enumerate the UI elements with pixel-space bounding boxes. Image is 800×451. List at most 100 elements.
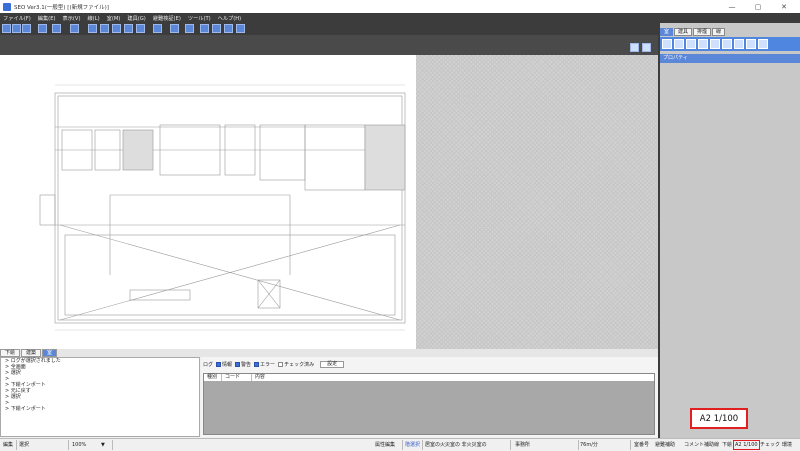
underlay-toggle[interactable]: 下絵 <box>722 439 732 451</box>
menu-bar: ファイル(F) 編集(E) 表示(V) 線(L) 室(M) 建具(G) 避難検証… <box>0 13 800 23</box>
status-room-info: 居室の火災室の 非火災室の <box>425 442 487 448</box>
align-bottom-icon[interactable] <box>185 24 194 33</box>
status-rate: 76m/分 <box>580 442 598 448</box>
measure-icon[interactable] <box>236 24 245 33</box>
room-poly-icon[interactable] <box>674 39 684 49</box>
room-tool-row <box>660 37 800 51</box>
log-grid[interactable]: 種別 コード 内容 <box>203 373 655 435</box>
drawing-toolbar <box>0 35 658 55</box>
error-checkbox[interactable] <box>254 361 260 367</box>
undo-icon[interactable] <box>52 24 61 33</box>
scale-indicator[interactable]: A2 1/100 <box>733 440 760 450</box>
env-menu[interactable]: 環境 <box>782 439 792 451</box>
status-mode: 編集 <box>3 442 14 448</box>
tab-line[interactable]: 線 <box>712 28 726 36</box>
comment-toggle[interactable]: コメント <box>684 439 704 451</box>
floor-plan-drawing <box>39 84 406 331</box>
status-attr-edit[interactable]: 属性編集 <box>375 439 395 451</box>
menu-room[interactable]: 室(M) <box>107 15 121 22</box>
evac-aid-toggle[interactable]: 避難補助 <box>655 439 675 451</box>
menu-edit[interactable]: 編集(E) <box>38 15 56 22</box>
tab-smoke[interactable]: 排煙 <box>693 28 712 36</box>
tab-fixture[interactable]: 建具 <box>674 28 693 36</box>
room-rect-icon[interactable] <box>662 39 672 49</box>
exterior-stair <box>39 194 56 226</box>
col-type[interactable]: 種別 <box>204 374 222 381</box>
room-number-toggle[interactable]: 室番号 <box>634 439 649 451</box>
room-list-icon[interactable] <box>746 39 756 49</box>
log-filters: ログ 情報 警告 エラー チェック済み 設定 <box>201 357 658 371</box>
hatched-background-area <box>416 55 658 349</box>
zoom-select[interactable]: 100% <box>72 439 86 451</box>
minimize-button[interactable]: — <box>722 0 742 13</box>
check-menu[interactable]: チェック <box>760 439 780 451</box>
refresh-icon[interactable] <box>136 24 145 33</box>
right-panel-tabs: 室 建具 排煙 線 <box>660 28 726 36</box>
save-file-icon[interactable] <box>22 24 31 33</box>
room-hatched <box>122 129 154 171</box>
menu-view[interactable]: 表示(V) <box>63 15 81 22</box>
menu-file[interactable]: ファイル(F) <box>3 15 31 22</box>
checked-filter-checkbox[interactable] <box>278 361 284 367</box>
list-item[interactable]: > 下絵インポート <box>1 406 199 412</box>
snap-icon[interactable] <box>224 24 233 33</box>
new-file-icon[interactable] <box>2 24 11 33</box>
room-hatched-2 <box>364 124 406 191</box>
scale-callout: A2 1/100 <box>690 408 748 429</box>
select-tool-icon[interactable] <box>642 43 651 52</box>
tab-room-bottom[interactable]: 室 <box>42 349 58 357</box>
title-bar: SEO Ver3.1(一般型) [(新規ファイル)] — ▢ ✕ <box>0 0 800 13</box>
tab-room[interactable]: 室 <box>660 28 674 36</box>
status-floor-select[interactable]: 階選択 <box>405 439 420 451</box>
close-button[interactable]: ✕ <box>774 0 794 13</box>
status-action: 選択 <box>19 442 30 448</box>
pointer-icon[interactable] <box>630 43 639 52</box>
zoom-in-icon[interactable] <box>100 24 109 33</box>
room-merge-icon[interactable] <box>698 39 708 49</box>
room-move-icon[interactable] <box>722 39 732 49</box>
print-icon[interactable] <box>38 24 47 33</box>
grid-icon[interactable] <box>212 24 221 33</box>
pan-icon[interactable] <box>124 24 133 33</box>
app-icon <box>3 2 11 11</box>
col-code[interactable]: コード <box>222 374 252 381</box>
room-delete-icon[interactable] <box>734 39 744 49</box>
right-panel: 室 建具 排煙 線 プロパティ <box>660 23 800 438</box>
outer-wall <box>54 92 406 324</box>
info-checkbox[interactable] <box>216 361 222 367</box>
warning-checkbox[interactable] <box>235 361 241 367</box>
property-header: プロパティ <box>660 54 800 63</box>
layer-icon[interactable] <box>200 24 209 33</box>
room-storage <box>304 124 366 191</box>
log-grid-header: 種別 コード 内容 <box>204 374 654 381</box>
menu-help[interactable]: ヘルプ(H) <box>218 15 242 22</box>
status-bar: 編集 選択 100% ▼ 属性編集 階選択 居室の火災室の 非火災室の 事務所 … <box>0 438 800 450</box>
log-panel: ログ 情報 警告 エラー チェック済み 設定 種別 コード 内容 <box>201 357 658 437</box>
history-list[interactable]: > ログが選択されました > 全画面 > 選択 > > 下絵インポート > 元に… <box>0 357 200 437</box>
zoom-dropdown-icon[interactable]: ▼ <box>101 439 105 451</box>
maximize-button[interactable]: ▢ <box>748 0 768 13</box>
furniture <box>129 289 191 301</box>
redo-icon[interactable] <box>70 24 79 33</box>
room-copy-icon[interactable] <box>710 39 720 49</box>
menu-line[interactable]: 線(L) <box>87 15 99 22</box>
room-split-icon[interactable] <box>686 39 696 49</box>
status-department: 事務所 <box>515 442 531 448</box>
tab-building[interactable]: 建築 <box>21 349 42 357</box>
col-content[interactable]: 内容 <box>252 374 654 381</box>
menu-evacuation[interactable]: 避難検証(E) <box>153 15 181 22</box>
property-body <box>660 63 800 438</box>
tab-underlay[interactable]: 下絵 <box>0 349 21 357</box>
aux-line-toggle[interactable]: 補助線 <box>704 439 719 451</box>
menu-fixture[interactable]: 建具(G) <box>127 15 145 22</box>
fit-view-icon[interactable] <box>88 24 97 33</box>
zoom-out-icon[interactable] <box>112 24 121 33</box>
room-meeting <box>259 124 306 181</box>
menu-tools[interactable]: ツール(T) <box>188 15 211 22</box>
open-file-icon[interactable] <box>12 24 21 33</box>
log-setting-button[interactable]: 設定 <box>320 360 345 368</box>
room-info-icon[interactable] <box>758 39 768 49</box>
bottom-tabs: 下絵 建築 室 <box>0 349 658 357</box>
align-middle-icon[interactable] <box>170 24 179 33</box>
align-top-icon[interactable] <box>153 24 162 33</box>
